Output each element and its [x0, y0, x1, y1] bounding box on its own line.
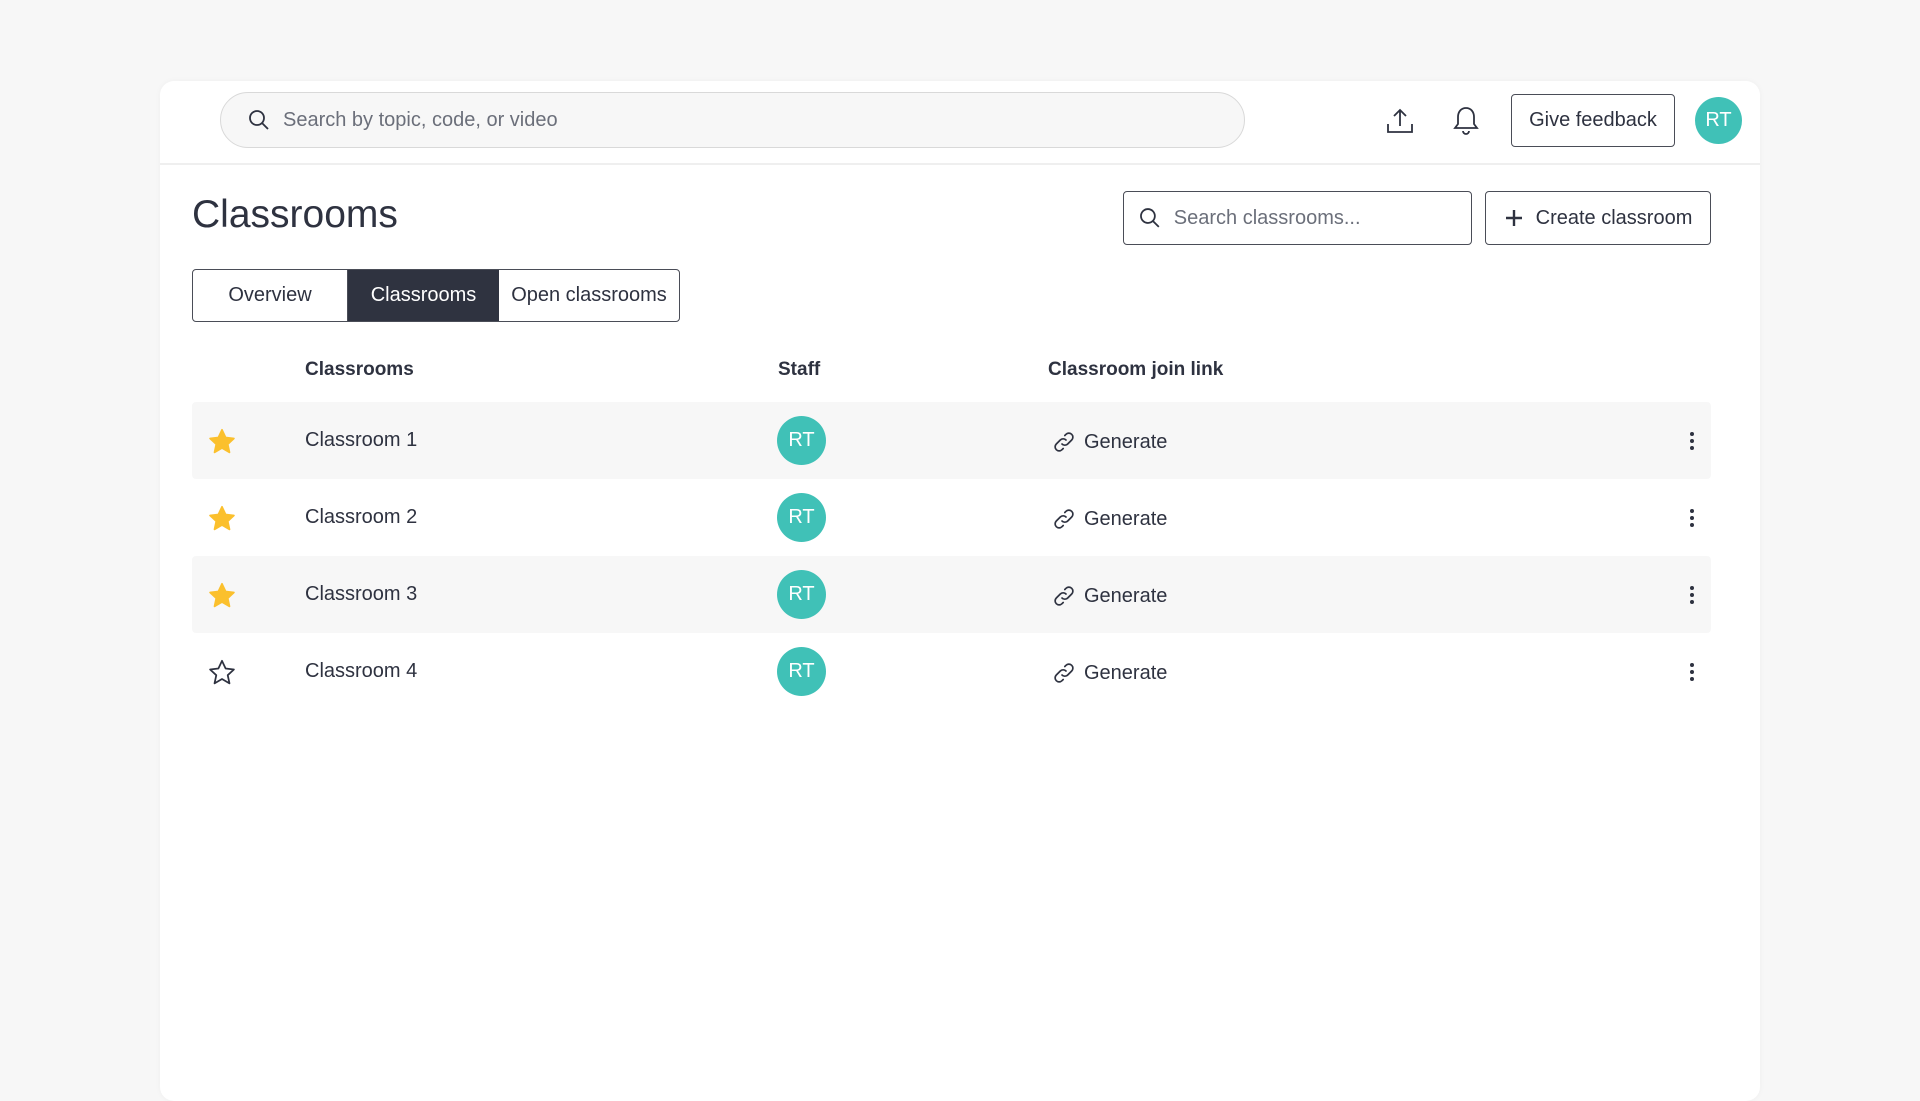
column-header-staff: Staff	[778, 359, 821, 380]
more-vertical-icon	[1690, 432, 1694, 450]
star-filled-icon[interactable]	[208, 582, 236, 609]
upload-icon	[1387, 108, 1413, 133]
staff-avatar: RT	[777, 416, 826, 465]
link-icon	[1054, 509, 1074, 529]
classroom-name[interactable]: Classroom 4	[305, 660, 417, 683]
generate-label: Generate	[1084, 584, 1168, 607]
row-menu-button[interactable]	[1682, 503, 1702, 533]
page-title: Classrooms	[192, 193, 398, 236]
star-outline-icon[interactable]	[208, 659, 236, 686]
table-row[interactable]: Classroom 1 RT Generate	[192, 402, 1711, 479]
bell-icon	[1453, 107, 1479, 135]
view-tabs: Overview Classrooms Open classrooms	[192, 269, 680, 322]
table-row[interactable]: Classroom 4 RT Generate	[192, 633, 1711, 710]
tab-open-classrooms[interactable]: Open classrooms	[499, 270, 679, 321]
main-card: Give feedback RT Classrooms Create class…	[160, 81, 1760, 1101]
tab-classrooms[interactable]: Classrooms	[348, 270, 499, 321]
generate-link-button[interactable]: Generate	[1052, 507, 1167, 531]
link-icon	[1054, 586, 1074, 606]
give-feedback-button[interactable]: Give feedback	[1511, 94, 1675, 147]
row-menu-button[interactable]	[1682, 426, 1702, 456]
generate-label: Generate	[1084, 430, 1168, 453]
classroom-name[interactable]: Classroom 2	[305, 506, 417, 529]
global-search-input[interactable]	[283, 108, 1181, 132]
classroom-search[interactable]	[1123, 191, 1472, 245]
more-vertical-icon	[1690, 509, 1694, 527]
plus-icon	[1505, 210, 1522, 226]
user-avatar[interactable]: RT	[1695, 97, 1742, 144]
generate-link-button[interactable]: Generate	[1052, 584, 1167, 608]
star-filled-icon[interactable]	[208, 428, 236, 455]
table-row[interactable]: Classroom 2 RT Generate	[192, 479, 1711, 556]
top-bar: Give feedback RT	[160, 81, 1760, 165]
table-row[interactable]: Classroom 3 RT Generate	[192, 556, 1711, 633]
more-vertical-icon	[1690, 663, 1694, 681]
generate-label: Generate	[1084, 507, 1168, 530]
generate-label: Generate	[1084, 661, 1168, 684]
star-filled-icon[interactable]	[208, 505, 236, 532]
search-icon	[249, 110, 269, 130]
more-vertical-icon	[1690, 586, 1694, 604]
classroom-name[interactable]: Classroom 3	[305, 583, 417, 606]
tab-overview[interactable]: Overview	[193, 270, 348, 321]
upload-button[interactable]	[1382, 103, 1418, 139]
staff-avatar: RT	[777, 570, 826, 619]
classroom-name[interactable]: Classroom 1	[305, 429, 417, 452]
global-search[interactable]	[220, 92, 1245, 148]
link-icon	[1054, 432, 1074, 452]
column-header-classrooms: Classrooms	[305, 359, 414, 380]
create-classroom-label: Create classroom	[1535, 206, 1693, 229]
notifications-button[interactable]	[1448, 103, 1484, 139]
column-header-join-link: Classroom join link	[1048, 359, 1224, 380]
create-classroom-button[interactable]: Create classroom	[1485, 191, 1711, 245]
row-menu-button[interactable]	[1682, 580, 1702, 610]
staff-avatar: RT	[777, 493, 826, 542]
search-icon	[1140, 208, 1160, 228]
generate-link-button[interactable]: Generate	[1052, 430, 1167, 454]
link-icon	[1054, 663, 1074, 683]
staff-avatar: RT	[777, 647, 826, 696]
classroom-search-input[interactable]	[1173, 206, 1471, 230]
row-menu-button[interactable]	[1682, 657, 1702, 687]
generate-link-button[interactable]: Generate	[1052, 661, 1167, 685]
